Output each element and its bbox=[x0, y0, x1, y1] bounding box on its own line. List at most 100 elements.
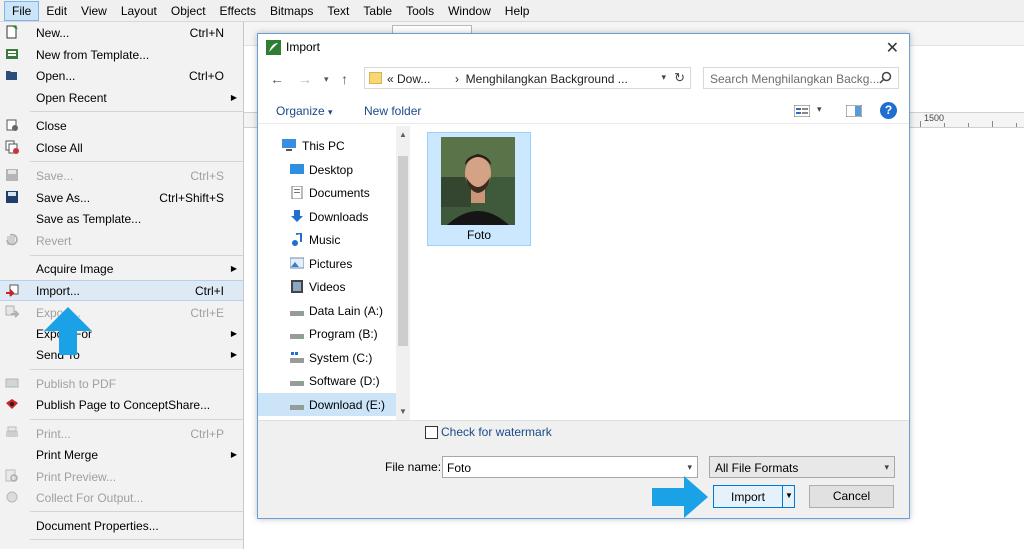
menu-item-export-for[interactable]: Export For ▶ bbox=[0, 323, 243, 344]
import-options-dropdown[interactable]: ▼ bbox=[782, 486, 794, 507]
drive-icon bbox=[290, 405, 304, 410]
menu-window[interactable]: Window bbox=[441, 1, 498, 21]
nav-item-this-pc[interactable]: This PC bbox=[258, 134, 396, 157]
nav-item-data-lain[interactable]: Data Lain (A:) bbox=[258, 299, 396, 322]
menu-item-shortcut: Ctrl+N bbox=[189, 25, 224, 40]
app-logo-icon bbox=[266, 40, 281, 55]
collect-icon bbox=[6, 491, 18, 503]
chevron-down-icon[interactable]: ▾ bbox=[687, 462, 692, 473]
file-item-foto[interactable]: Foto bbox=[427, 132, 531, 246]
import-button[interactable]: Import ▼ bbox=[713, 485, 795, 508]
file-format-select[interactable]: All File Formats ▾ bbox=[709, 456, 895, 478]
menu-item-export[interactable]: Export... Ctrl+E bbox=[0, 302, 243, 323]
cancel-button[interactable]: Cancel bbox=[809, 485, 894, 508]
menu-view[interactable]: View bbox=[74, 1, 114, 21]
menu-object[interactable]: Object bbox=[164, 1, 213, 21]
menu-item-print[interactable]: Print... Ctrl+P bbox=[0, 423, 243, 444]
organize-label: Organize bbox=[276, 104, 325, 118]
menu-item-publish-conceptshare[interactable]: Publish Page to ConceptShare... bbox=[0, 394, 243, 415]
menu-tools[interactable]: Tools bbox=[399, 1, 441, 21]
menu-item-send-to[interactable]: Send To ▶ bbox=[0, 344, 243, 365]
save-as-icon bbox=[6, 191, 18, 203]
menu-item-print-preview[interactable]: Print Preview... bbox=[0, 466, 243, 487]
menu-item-close[interactable]: Close bbox=[0, 115, 243, 136]
watermark-checkbox[interactable] bbox=[425, 426, 438, 439]
breadcrumb-downloads[interactable]: « Dow... bbox=[387, 72, 430, 86]
documents-icon bbox=[291, 186, 303, 199]
scroll-up-icon[interactable]: ▲ bbox=[399, 130, 407, 139]
menu-effects[interactable]: Effects bbox=[213, 1, 263, 21]
organize-button[interactable]: Organize ▾ bbox=[276, 104, 333, 118]
menu-item-save-as[interactable]: Save As... Ctrl+Shift+S bbox=[0, 187, 243, 208]
nav-scrollbar[interactable]: ▲ ▼ bbox=[396, 126, 410, 420]
menu-item-document-properties[interactable]: Document Properties... bbox=[0, 515, 243, 536]
nav-item-system[interactable]: System (C:) bbox=[258, 346, 396, 369]
menu-item-label: Open... bbox=[36, 68, 76, 83]
watermark-label[interactable]: Check for watermark bbox=[441, 425, 552, 439]
menu-separator bbox=[30, 539, 243, 540]
nav-item-label: Documents bbox=[309, 186, 370, 200]
menu-item-revert[interactable]: Revert bbox=[0, 230, 243, 251]
menu-item-collect-for-output[interactable]: Collect For Output... bbox=[0, 487, 243, 508]
help-icon[interactable]: ? bbox=[880, 102, 897, 119]
menu-edit[interactable]: Edit bbox=[39, 1, 74, 21]
menu-item-new[interactable]: New... Ctrl+N bbox=[0, 22, 243, 43]
menu-item-shortcut: Ctrl+O bbox=[188, 68, 224, 83]
nav-item-videos[interactable]: Videos bbox=[258, 275, 396, 298]
refresh-icon[interactable]: ↻ bbox=[674, 70, 685, 86]
chevron-down-icon[interactable]: ▾ bbox=[817, 104, 822, 115]
menu-text[interactable]: Text bbox=[320, 1, 356, 21]
back-arrow-icon[interactable]: ← bbox=[270, 71, 284, 87]
menu-bitmaps[interactable]: Bitmaps bbox=[263, 1, 320, 21]
nav-item-download-e[interactable]: Download (E:) bbox=[258, 393, 396, 416]
menu-layout[interactable]: Layout bbox=[114, 1, 164, 21]
search-input[interactable]: Search Menghilangkan Backg... bbox=[703, 67, 899, 89]
save-icon bbox=[6, 169, 18, 181]
close-icon[interactable]: ✕ bbox=[886, 38, 899, 58]
menu-item-publish-to-pdf[interactable]: Publish to PDF bbox=[0, 373, 243, 394]
forward-arrow-icon[interactable]: → bbox=[298, 71, 312, 87]
nav-item-pictures[interactable]: Pictures bbox=[258, 252, 396, 275]
preview-pane-icon[interactable] bbox=[846, 105, 862, 117]
revert-icon bbox=[6, 233, 18, 246]
chevron-down-icon[interactable]: ▾ bbox=[661, 72, 666, 83]
menu-file[interactable]: File bbox=[4, 0, 40, 21]
menu-item-save-as-template[interactable]: Save as Template... bbox=[0, 208, 243, 229]
address-bar[interactable]: « Dow... › Menghilangkan Background ... … bbox=[364, 67, 691, 89]
menu-help[interactable]: Help bbox=[498, 1, 537, 21]
menu-separator bbox=[30, 161, 243, 162]
menu-item-acquire-image[interactable]: Acquire Image ▶ bbox=[0, 258, 243, 279]
ruler-tick bbox=[992, 121, 993, 127]
menu-item-print-merge[interactable]: Print Merge ▶ bbox=[0, 444, 243, 465]
menu-item-label: Acquire Image bbox=[36, 261, 114, 276]
menu-item-label: Print... bbox=[36, 426, 71, 441]
view-options-icon[interactable] bbox=[794, 105, 810, 117]
scrollbar-thumb[interactable] bbox=[398, 156, 408, 346]
menu-item-open-recent[interactable]: Open Recent ▶ bbox=[0, 87, 243, 108]
conceptshare-icon bbox=[6, 399, 18, 409]
nav-item-documents[interactable]: Documents bbox=[258, 181, 396, 204]
nav-item-software[interactable]: Software (D:) bbox=[258, 369, 396, 392]
menu-item-open[interactable]: Open... Ctrl+O bbox=[0, 65, 243, 86]
nav-item-downloads[interactable]: Downloads bbox=[258, 205, 396, 228]
menu-separator bbox=[30, 419, 243, 420]
breadcrumb-folder[interactable]: › Menghilangkan Background ... bbox=[455, 72, 628, 86]
menu-item-import[interactable]: Import... Ctrl+I bbox=[0, 280, 243, 301]
menu-item-label: Revert bbox=[36, 233, 72, 248]
new-document-icon bbox=[6, 25, 18, 39]
menu-separator bbox=[30, 111, 243, 112]
nav-item-music[interactable]: Music bbox=[258, 228, 396, 251]
new-folder-button[interactable]: New folder bbox=[364, 104, 421, 118]
scroll-down-icon[interactable]: ▼ bbox=[399, 407, 407, 416]
recent-locations-icon[interactable]: ▾ bbox=[324, 74, 329, 85]
menu-item-save[interactable]: Save... Ctrl+S bbox=[0, 165, 243, 186]
up-arrow-icon[interactable]: ↑ bbox=[341, 71, 348, 87]
menu-item-close-all[interactable]: Close All bbox=[0, 137, 243, 158]
menu-table[interactable]: Table bbox=[356, 1, 399, 21]
nav-item-program[interactable]: Program (B:) bbox=[258, 322, 396, 345]
nav-item-desktop[interactable]: Desktop bbox=[258, 158, 396, 181]
file-name-input[interactable]: Foto ▾ bbox=[442, 456, 698, 478]
submenu-arrow-icon: ▶ bbox=[230, 93, 237, 102]
annotation-arrow-right-icon bbox=[652, 476, 708, 518]
menu-item-new-from-template[interactable]: New from Template... bbox=[0, 44, 243, 65]
